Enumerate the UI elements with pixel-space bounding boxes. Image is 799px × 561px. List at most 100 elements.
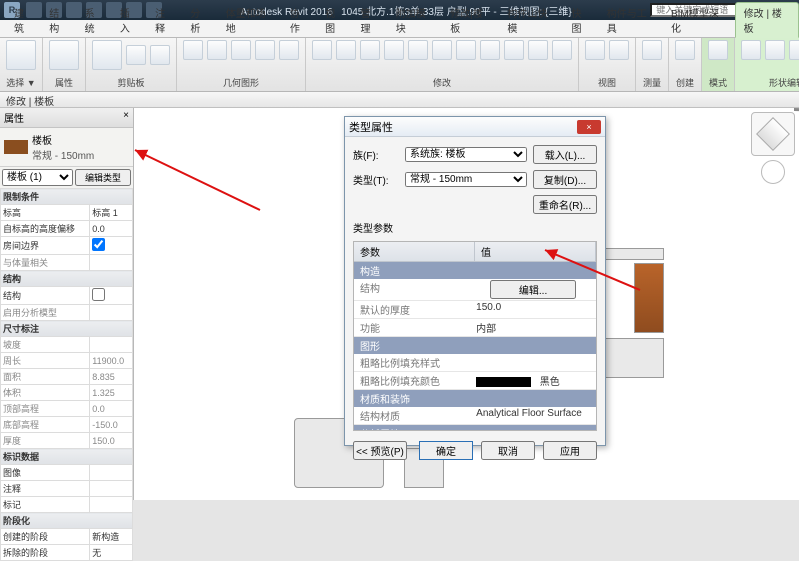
prop-roombound-value[interactable]: [90, 237, 133, 255]
tab-collab[interactable]: 协作: [282, 3, 317, 37]
view-cube[interactable]: [751, 112, 795, 156]
se1-icon[interactable]: [741, 40, 761, 60]
pin-icon[interactable]: [528, 40, 548, 60]
tab-architecture[interactable]: 建筑: [6, 3, 41, 37]
copy-move-icon[interactable]: [408, 40, 428, 60]
tab-annotate[interactable]: 注释: [147, 3, 182, 37]
group-constraints[interactable]: 限制条件: [1, 189, 133, 205]
cope-icon[interactable]: [183, 40, 203, 60]
prop-mark-label: 标记: [1, 497, 90, 513]
type-name: 常规 - 150mm: [32, 147, 94, 162]
type-select[interactable]: 常规 - 150mm: [405, 172, 527, 187]
prop-createphase-label: 创建的阶段: [1, 529, 90, 545]
dialog-close-button[interactable]: ×: [577, 120, 601, 134]
room-bound-checkbox[interactable]: [92, 238, 105, 251]
move-icon[interactable]: [384, 40, 404, 60]
prop-offset-value[interactable]: 0.0: [90, 221, 133, 237]
split-icon[interactable]: [255, 40, 275, 60]
p-func-value[interactable]: 内部: [470, 319, 596, 336]
tab-analyze[interactable]: 分析: [182, 3, 217, 37]
wallopen-icon[interactable]: [279, 40, 299, 60]
family-select[interactable]: 系统族: 楼板: [405, 147, 527, 162]
tab-manage[interactable]: 管理: [352, 3, 387, 37]
load-button[interactable]: 载入(L)...: [533, 145, 597, 164]
tab-bim[interactable]: BIM模型深化: [663, 3, 735, 37]
addpoint-icon[interactable]: [708, 40, 728, 60]
prop-demolishphase-value[interactable]: 无: [90, 545, 133, 561]
tab-modify-floor[interactable]: 修改|楼板: [442, 3, 499, 37]
panel-modify-label: 修改: [312, 76, 572, 89]
create-icon[interactable]: [675, 40, 695, 60]
group-phasing[interactable]: 阶段化: [1, 513, 133, 529]
structural-checkbox[interactable]: [92, 288, 105, 301]
view1-icon[interactable]: [585, 40, 605, 60]
tab-modify-floor-active[interactable]: 修改 | 楼板: [735, 2, 799, 38]
nav-wheel-icon[interactable]: [761, 160, 785, 184]
se3-icon[interactable]: [789, 40, 799, 60]
panel-mode: 模式: [702, 38, 735, 91]
apply-button[interactable]: 应用: [543, 441, 597, 460]
cancel-button[interactable]: 取消: [481, 441, 535, 460]
panel-properties: 属性: [43, 38, 86, 91]
grp-construction[interactable]: 构造: [354, 262, 596, 279]
group-structural[interactable]: 结构: [1, 271, 133, 287]
instance-filter-select[interactable]: 楼板 (1): [2, 169, 73, 186]
grp-analytical[interactable]: 分析属性: [354, 425, 596, 431]
se2-icon[interactable]: [765, 40, 785, 60]
array-icon[interactable]: [480, 40, 500, 60]
cut-icon[interactable]: [126, 45, 146, 65]
copy-icon[interactable]: [150, 45, 170, 65]
prop-level-value[interactable]: 标高 1: [90, 205, 133, 221]
panel-modify: 修改: [306, 38, 579, 91]
type-params-label: 类型参数: [353, 220, 597, 235]
tab-extra2[interactable]: 快图: [564, 3, 599, 37]
prop-createphase-value[interactable]: 新构造: [90, 529, 133, 545]
p-defthk-label: 默认的厚度: [354, 301, 470, 318]
scale-icon[interactable]: [504, 40, 524, 60]
rename-button[interactable]: 重命名(R)...: [533, 195, 597, 214]
group-identity[interactable]: 标识数据: [1, 449, 133, 465]
prop-note-value[interactable]: [90, 481, 133, 497]
prop-image-value[interactable]: [90, 465, 133, 481]
tab-extra1[interactable]: 构件山快模: [499, 3, 563, 37]
trim-icon[interactable]: [456, 40, 476, 60]
align-icon[interactable]: [312, 40, 332, 60]
panel-measure-label: 测量: [642, 76, 662, 89]
family-label: 族(F):: [353, 147, 399, 162]
preview-button[interactable]: << 预览(P): [353, 441, 407, 460]
p-func-label: 功能: [354, 319, 470, 336]
p-structmat-value[interactable]: Analytical Floor Surface: [470, 407, 596, 424]
structure-edit-button[interactable]: 编辑...: [490, 280, 576, 299]
type-selector[interactable]: 楼板 常规 - 150mm: [0, 128, 133, 167]
close-icon[interactable]: ×: [123, 110, 129, 125]
grp-materials[interactable]: 材质和装饰: [354, 390, 596, 407]
tab-extra3[interactable]: 构件与工具: [599, 3, 663, 37]
tab-structure[interactable]: 结构: [41, 3, 76, 37]
tab-massing[interactable]: 体量和场地: [218, 3, 282, 37]
prop-mark-value[interactable]: [90, 497, 133, 513]
p-coarsecolor-value[interactable]: 黑色: [470, 372, 596, 389]
prop-structural-value[interactable]: [90, 287, 133, 305]
p-coarsepattern-value[interactable]: [470, 354, 596, 371]
grp-graphics[interactable]: 图形: [354, 337, 596, 354]
offset-icon[interactable]: [336, 40, 356, 60]
modify-icon[interactable]: [6, 40, 36, 70]
rotate-icon[interactable]: [432, 40, 452, 60]
cut-geom-icon[interactable]: [207, 40, 227, 60]
tab-addins[interactable]: 附加模块: [388, 3, 443, 37]
properties-icon[interactable]: [49, 40, 79, 70]
tab-insert[interactable]: 插入: [112, 3, 147, 37]
prop-vol-label: 体积: [1, 385, 90, 401]
group-dimensions[interactable]: 尺寸标注: [1, 321, 133, 337]
ok-button[interactable]: 确定: [419, 441, 473, 460]
delete-icon[interactable]: [552, 40, 572, 60]
paste-icon[interactable]: [92, 40, 122, 70]
view2-icon[interactable]: [609, 40, 629, 60]
mirror-icon[interactable]: [360, 40, 380, 60]
tab-systems[interactable]: 系统: [77, 3, 112, 37]
measure-icon[interactable]: [642, 40, 662, 60]
join-icon[interactable]: [231, 40, 251, 60]
tab-view[interactable]: 视图: [317, 3, 352, 37]
edit-type-button[interactable]: 编辑类型: [75, 169, 131, 186]
duplicate-button[interactable]: 复制(D)...: [533, 170, 597, 189]
